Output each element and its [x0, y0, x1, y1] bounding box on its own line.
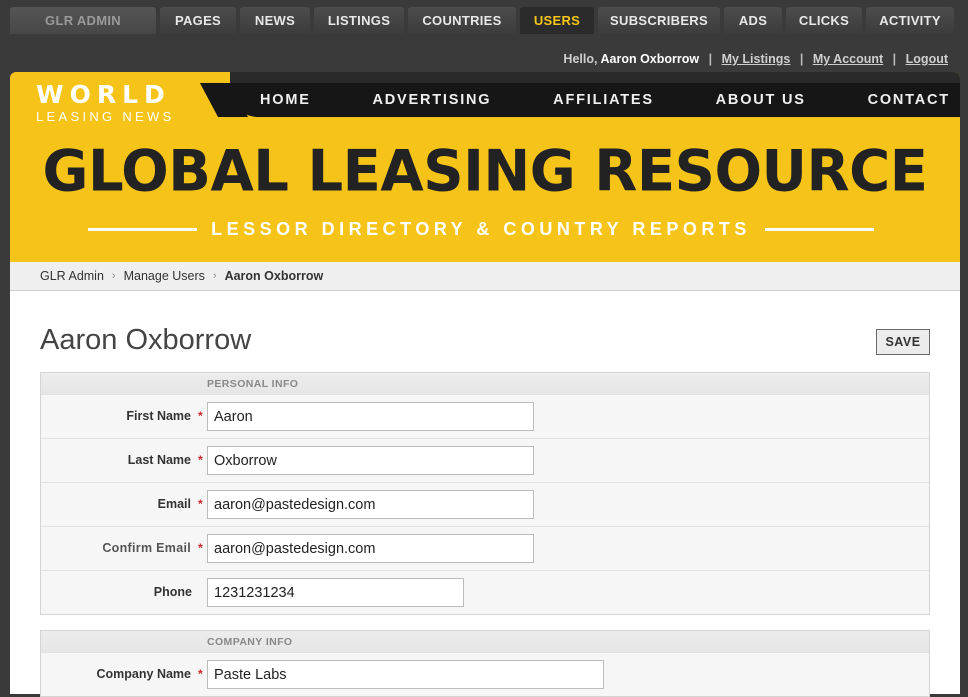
company-info-section: COMPANY INFO Company Name *: [40, 630, 930, 697]
hero-title: GLOBAL LEASING RESOURCE: [42, 138, 929, 205]
field-label: Company Name: [96, 667, 191, 681]
required-marker: *: [198, 409, 203, 423]
hero-rule-right: [764, 227, 874, 231]
tab-clicks[interactable]: CLICKS: [786, 7, 862, 34]
tab-ads[interactable]: ADS: [724, 7, 782, 34]
chevron-right-icon: ›: [212, 270, 217, 282]
header-top-strip: [230, 72, 960, 83]
greeting-user-name: Aaron Oxborrow: [600, 52, 700, 66]
last-name-field[interactable]: [207, 446, 534, 475]
email-field[interactable]: [207, 490, 534, 519]
required-marker: *: [198, 667, 203, 681]
my-listings-link[interactable]: My Listings: [722, 52, 791, 66]
breadcrumb-glr-admin[interactable]: GLR Admin: [40, 269, 104, 283]
required-marker: *: [198, 453, 203, 467]
nav-home[interactable]: HOME: [260, 92, 311, 108]
personal-info-section: PERSONAL INFO First Name * Last Name * E…: [40, 372, 930, 615]
hero-subtitle: LESSOR DIRECTORY & COUNTRY REPORTS: [211, 218, 751, 239]
last-name-row: Last Name *: [41, 438, 929, 482]
chevron-right-icon: ›: [111, 270, 116, 282]
logo-word: WORLD: [36, 80, 171, 109]
tab-activity[interactable]: ACTIVITY: [866, 7, 954, 34]
separator: |: [799, 52, 804, 66]
required-marker: *: [198, 497, 203, 511]
main-nav: HOME ADVERTISING AFFILIATES ABOUT US CON…: [260, 83, 950, 117]
nav-advertising[interactable]: ADVERTISING: [372, 92, 491, 108]
logo-sub: LEASING NEWS: [36, 109, 175, 124]
section-heading: COMPANY INFO: [41, 631, 929, 652]
field-label: Last Name: [127, 453, 191, 467]
field-label: Phone: [153, 585, 192, 599]
company-name-field[interactable]: [207, 660, 604, 689]
logout-link[interactable]: Logout: [906, 52, 948, 66]
company-name-row: Company Name *: [41, 652, 929, 696]
hero-subtitle-row: LESSOR DIRECTORY & COUNTRY REPORTS: [88, 217, 874, 241]
tab-users[interactable]: USERS: [520, 7, 594, 34]
tab-listings[interactable]: LISTINGS: [314, 7, 404, 34]
main-content: GLR Admin › Manage Users › Aaron Oxborro…: [10, 262, 960, 697]
required-marker: *: [198, 541, 203, 555]
world-leasing-news-logo[interactable]: WORLD LEASING NEWS: [36, 82, 216, 128]
user-greeting: Hello, Aaron Oxborrow | My Listings | My…: [563, 52, 948, 66]
greeting-hello: Hello,: [563, 52, 598, 66]
field-label: Email: [157, 497, 191, 511]
confirm-email-row: Confirm Email *: [41, 526, 929, 570]
tab-glr-admin: GLR ADMIN: [10, 7, 156, 34]
field-label: Confirm Email: [102, 541, 191, 555]
email-row: Email *: [41, 482, 929, 526]
hero-rule-left: [88, 227, 198, 231]
breadcrumb-manage-users[interactable]: Manage Users: [124, 269, 205, 283]
separator: |: [708, 52, 713, 66]
admin-tab-bar: GLR ADMIN PAGES NEWS LISTINGS COUNTRIES …: [10, 7, 958, 34]
nav-affiliates[interactable]: AFFILIATES: [553, 92, 654, 108]
tab-news[interactable]: NEWS: [240, 7, 310, 34]
separator: |: [892, 52, 897, 66]
field-label: First Name: [126, 409, 191, 423]
phone-row: Phone: [41, 570, 929, 614]
my-account-link[interactable]: My Account: [813, 52, 883, 66]
breadcrumb: GLR Admin › Manage Users › Aaron Oxborro…: [10, 262, 960, 291]
breadcrumb-current: Aaron Oxborrow: [224, 269, 324, 283]
tab-pages[interactable]: PAGES: [160, 7, 236, 34]
tab-countries[interactable]: COUNTRIES: [408, 7, 516, 34]
first-name-row: First Name *: [41, 394, 929, 438]
confirm-email-field[interactable]: [207, 534, 534, 563]
save-button[interactable]: SAVE: [876, 329, 930, 355]
first-name-field[interactable]: [207, 402, 534, 431]
tab-subscribers[interactable]: SUBSCRIBERS: [598, 7, 720, 34]
phone-field[interactable]: [207, 578, 464, 607]
page-title: Aaron Oxborrow: [40, 324, 252, 356]
nav-contact[interactable]: CONTACT: [868, 92, 950, 108]
nav-about-us[interactable]: ABOUT US: [716, 92, 806, 108]
section-heading: PERSONAL INFO: [41, 373, 929, 394]
site-header: WORLD LEASING NEWS HOME ADVERTISING AFFI…: [10, 72, 960, 262]
